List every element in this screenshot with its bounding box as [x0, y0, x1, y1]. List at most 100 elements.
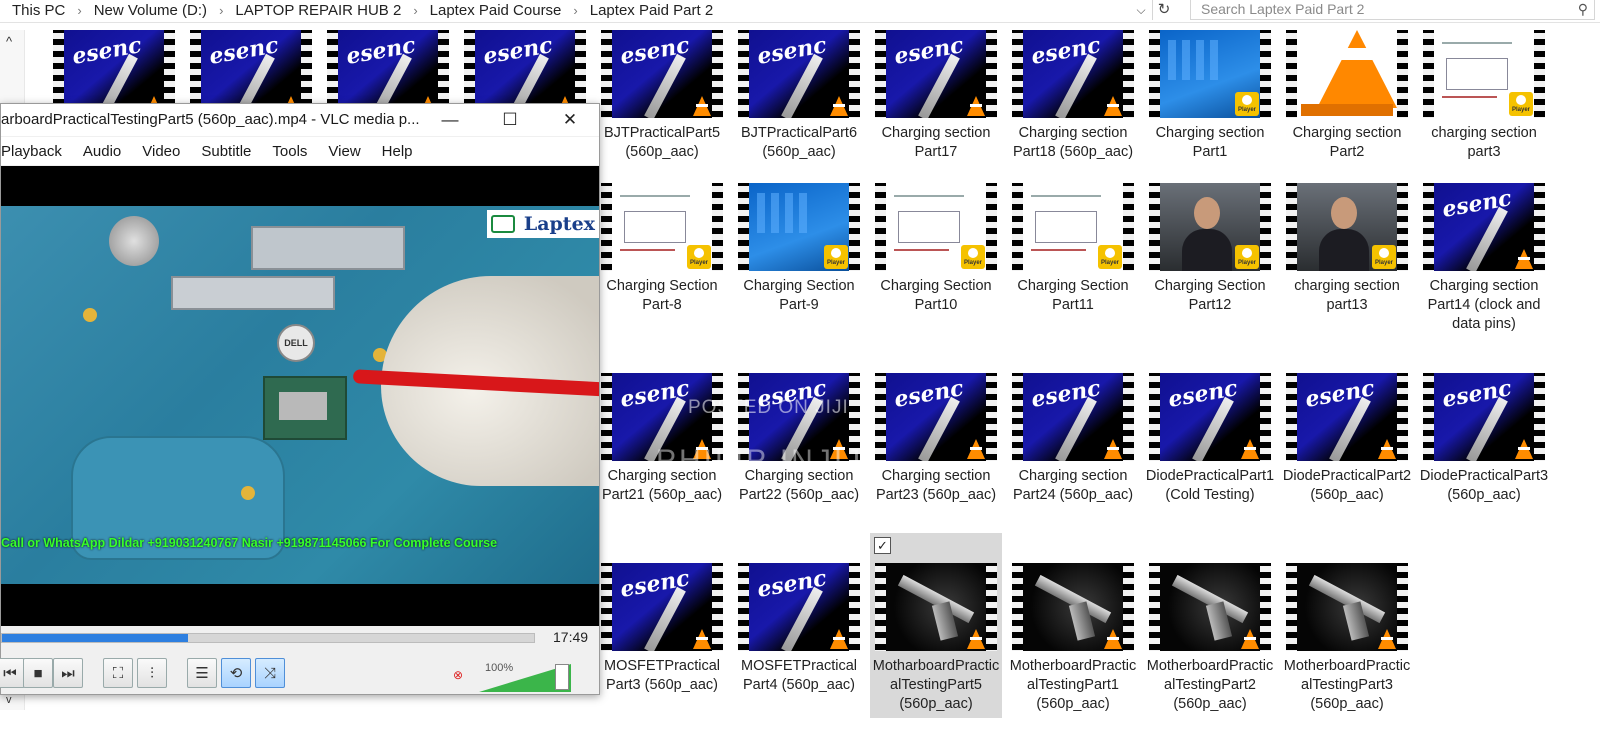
thumbnail-graphic: [1331, 197, 1357, 229]
file-item[interactable]: charging section part3: [1418, 30, 1550, 162]
vlc-icon: [1104, 96, 1122, 116]
video-thumbnail: esenc: [1012, 373, 1134, 461]
file-item[interactable]: esenc Charging section Part14 (clock and …: [1418, 183, 1550, 334]
file-item[interactable]: esenc Charging section Part17: [870, 30, 1002, 162]
vlc-window[interactable]: arboardPracticalTestingPart5 (560p_aac).…: [0, 103, 600, 695]
file-name: BJTPracticalPart6 (560p_aac): [740, 125, 858, 160]
file-item[interactable]: Charging Section Part11: [1007, 183, 1139, 315]
screw-hole: [83, 308, 97, 322]
file-item[interactable]: MotherboardPracticalTestingPart1 (560p_a…: [1007, 563, 1139, 714]
file-item[interactable]: Charging Section Part-8: [596, 183, 728, 315]
stop-button[interactable]: ■: [23, 658, 53, 688]
close-icon[interactable]: ✕: [547, 104, 593, 136]
file-item[interactable]: Charging Section Part-9: [733, 183, 865, 315]
file-item[interactable]: esenc BJTPracticalPart6 (560p_aac): [733, 30, 865, 162]
file-item[interactable]: esenc Charging section Part18 (560p_aac): [1007, 30, 1139, 162]
mute-icon[interactable]: ⊗: [453, 668, 469, 682]
video-thumbnail: esenc: [1286, 373, 1408, 461]
vlc-cone-icon: [1301, 104, 1393, 116]
menu-playback[interactable]: Playback: [1, 143, 62, 160]
file-item[interactable]: charging section part13: [1281, 183, 1413, 315]
fullscreen-button[interactable]: ⛶: [103, 658, 133, 688]
extended-settings-button[interactable]: ⫶: [137, 658, 167, 688]
file-item[interactable]: esenc DiodePracticalPart1 (Cold Testing): [1144, 373, 1276, 505]
thumbnail-graphic: [1031, 249, 1086, 251]
thumbnail-graphic: [1442, 42, 1512, 44]
file-name: BJTPracticalPart5 (560p_aac): [603, 125, 721, 160]
menu-view[interactable]: View: [328, 143, 360, 160]
vlc-icon: [967, 629, 985, 649]
vlc-icon: [967, 96, 985, 116]
video-thumbnail: esenc: [738, 30, 860, 118]
file-item[interactable]: Charging section Part2: [1281, 30, 1413, 162]
vlc-icon: [967, 439, 985, 459]
menu-video[interactable]: Video: [142, 143, 180, 160]
vlc-icon: [830, 96, 848, 116]
file-item[interactable]: esenc DiodePracticalPart3 (560p_aac): [1418, 373, 1550, 505]
file-item[interactable]: esenc Charging section Part21 (560p_aac): [596, 373, 728, 505]
prev-button[interactable]: ⏮: [0, 658, 25, 688]
playback-controls: ⊗ 100% ⏮ ■ ⏭ ⛶ ⫶ ☰ ⟲ ⤨: [0, 656, 599, 692]
thumbnail-graphic: [1168, 40, 1218, 80]
ram-slot: [251, 226, 405, 270]
shuffle-button[interactable]: ⤨: [255, 658, 285, 688]
video-thumbnail: esenc: [1012, 30, 1134, 118]
player-icon: [961, 245, 985, 269]
vlc-icon: [1378, 439, 1396, 459]
video-thumbnail: [738, 183, 860, 271]
menu-audio[interactable]: Audio: [83, 143, 121, 160]
file-item[interactable]: esenc Charging section Part23 (560p_aac): [870, 373, 1002, 505]
thumbnail-graphic: [1182, 229, 1232, 271]
video-thumbnail: esenc: [875, 30, 997, 118]
maximize-icon[interactable]: ☐: [487, 104, 533, 136]
playlist-button[interactable]: ☰: [187, 658, 217, 688]
file-item[interactable]: Charging section Part1: [1144, 30, 1276, 162]
video-thumbnail: [1286, 563, 1408, 651]
vlc-icon: [693, 96, 711, 116]
file-item[interactable]: Charging Section Part12: [1144, 183, 1276, 315]
video-thumbnail: esenc: [601, 563, 723, 651]
file-item[interactable]: esenc BJTPracticalPart5 (560p_aac): [596, 30, 728, 162]
file-item[interactable]: esenc MOSFETPractical Part4 (560p_aac): [733, 563, 865, 695]
file-name: DiodePracticalPart3 (560p_aac): [1419, 468, 1549, 503]
video-thumbnail: [1149, 563, 1271, 651]
file-item[interactable]: esenc DiodePracticalPart2 (560p_aac): [1281, 373, 1413, 505]
vlc-icon: [1104, 439, 1122, 459]
file-item[interactable]: Charging Section Part10: [870, 183, 1002, 315]
thumbnail-graphic: [898, 211, 960, 243]
vlc-icon: [830, 629, 848, 649]
video-thumbnail: esenc: [601, 30, 723, 118]
file-item[interactable]: MotherboardPracticalTestingPart3 (560p_a…: [1281, 563, 1413, 714]
vlc-titlebar[interactable]: arboardPracticalTestingPart5 (560p_aac).…: [1, 104, 599, 136]
player-icon: [1372, 245, 1396, 269]
menu-tools[interactable]: Tools: [272, 143, 307, 160]
menu-subtitle[interactable]: Subtitle: [201, 143, 251, 160]
vlc-title: arboardPracticalTestingPart5 (560p_aac).…: [1, 111, 420, 128]
file-item[interactable]: esenc Charging section Part24 (560p_aac): [1007, 373, 1139, 505]
player-icon: [1235, 92, 1259, 116]
video-area[interactable]: DELL Laptex Call or WhatsApp Dildar +919…: [1, 166, 599, 626]
file-item[interactable]: MotherboardPracticalTestingPart2 (560p_a…: [1144, 563, 1276, 714]
video-subtitle: Call or WhatsApp Dildar +919031240767 Na…: [1, 536, 498, 550]
file-item[interactable]: esenc Charging section Part22 (560p_aac): [733, 373, 865, 505]
loop-button[interactable]: ⟲: [221, 658, 251, 688]
file-name: Charging section Part23 (560p_aac): [875, 468, 997, 503]
seek-bar[interactable]: [1, 633, 535, 643]
file-name: Charging Section Part-8: [606, 278, 718, 313]
video-thumbnail: [1149, 30, 1271, 118]
file-item[interactable]: ✓ MotharboardPracticalTestingPart5 (560p_…: [870, 533, 1002, 718]
player-icon: [1235, 245, 1259, 269]
video-thumbnail: [1286, 30, 1408, 118]
player-icon: [687, 245, 711, 269]
minimize-icon[interactable]: —: [427, 104, 473, 136]
next-button[interactable]: ⏭: [53, 658, 83, 688]
thumbnail-graphic: [757, 193, 807, 233]
player-icon: [1098, 245, 1122, 269]
volume-label: 100%: [485, 662, 514, 674]
volume-knob[interactable]: [555, 664, 569, 690]
menu-help[interactable]: Help: [382, 143, 413, 160]
seek-progress: [2, 634, 189, 642]
checkbox-icon[interactable]: ✓: [874, 537, 891, 554]
file-name: MotherboardPracticalTestingPart2 (560p_a…: [1146, 658, 1274, 712]
file-item[interactable]: esenc MOSFETPractical Part3 (560p_aac): [596, 563, 728, 695]
